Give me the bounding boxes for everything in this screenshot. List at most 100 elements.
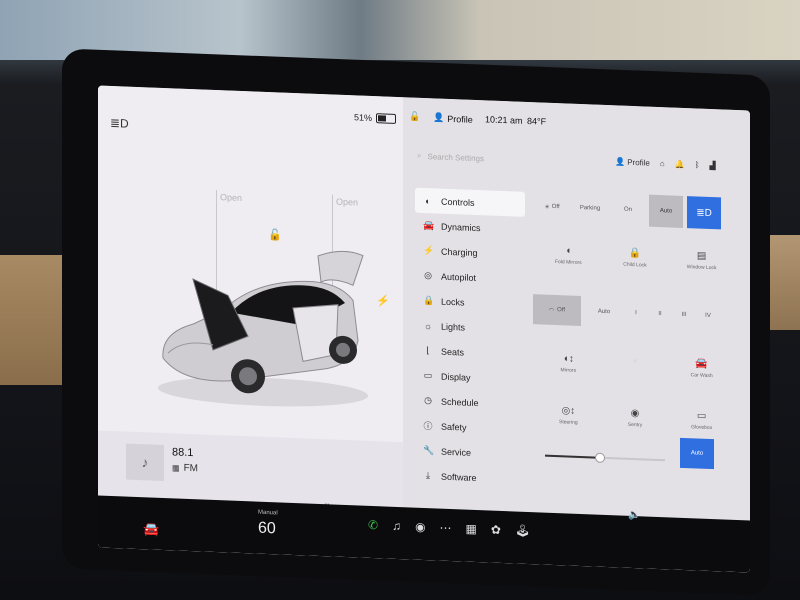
- window-lock-button[interactable]: ▤ Window Lock: [674, 250, 729, 272]
- fold-mirrors-button[interactable]: ◖ Fold Mirrors: [541, 244, 596, 266]
- sun-icon: ☀: [544, 204, 550, 211]
- mirrors-button[interactable]: ◖↕ Mirrors: [541, 352, 596, 374]
- mirror-icon: ◖: [565, 245, 572, 257]
- display-icon: ▭: [423, 369, 433, 381]
- steering-adjust-button[interactable]: ◎↕ Steering: [541, 404, 596, 426]
- settings-menu: ◐ Controls 🚘 Dynamics ⚡ Charging ◎ Autopilot…: [415, 187, 525, 492]
- menu-label: Software: [441, 471, 477, 483]
- settings-search[interactable]: ⌕ Search Settings: [417, 148, 597, 171]
- signal-icon[interactable]: ▟: [710, 161, 716, 170]
- controls-content: ☀ Off Parking On Auto ≣D ◖ Fold Mirrors 🔒 C…: [533, 182, 745, 550]
- radio-icon: ▦: [172, 463, 180, 473]
- profile-label: Profile: [447, 113, 473, 125]
- settings-panel: 🔓 👤 Profile 10:21 am 84°F ⌕ Search Setti…: [403, 97, 750, 573]
- calendar-icon[interactable]: ▦: [466, 522, 477, 536]
- search-icon: ⌕: [417, 150, 422, 160]
- more-icon[interactable]: ⋯: [440, 521, 452, 535]
- mirrors-label: Mirrors: [560, 367, 577, 374]
- outside-temperature: 84°F: [527, 115, 547, 127]
- car-icon: 🚘: [423, 219, 435, 231]
- car-model: [158, 250, 368, 407]
- media-app-icon[interactable]: ◉: [415, 520, 425, 534]
- unlock-icon[interactable]: 🔓: [268, 228, 282, 242]
- headlights-icon[interactable]: ≣D: [110, 116, 130, 131]
- seat-icon: ⌊: [426, 345, 430, 356]
- window-lock-icon: ▤: [696, 250, 707, 262]
- games-icon[interactable]: ✿: [491, 523, 501, 537]
- lock-status-icon[interactable]: 🔓: [409, 111, 420, 122]
- profile-status[interactable]: 👤 Profile: [433, 112, 473, 125]
- battery-status: 51%: [354, 112, 397, 124]
- radio-station[interactable]: 88.1: [172, 446, 193, 459]
- controls-row-4: ◎↕ Steering ◉ Sentry ▭ Glovebox: [535, 404, 735, 432]
- lights-auto-button[interactable]: Auto: [649, 194, 683, 228]
- headlight-selector: ☀ Off Parking On Auto ≣D: [535, 190, 735, 230]
- download-icon: ⤓: [426, 470, 430, 481]
- child-lock-button[interactable]: 🔒 Child Lock: [607, 247, 662, 269]
- sentry-button[interactable]: ◉ Sentry: [607, 407, 662, 429]
- profile-icon: 👤: [615, 157, 628, 167]
- wiper-icon: ◠: [548, 307, 555, 314]
- quick-profile[interactable]: 👤 Profile: [615, 157, 650, 167]
- lights-parking-button[interactable]: Parking: [573, 192, 607, 225]
- menu-label: Controls: [441, 196, 475, 208]
- wiper-selector: ◠ Off Auto I II III IV: [533, 294, 733, 332]
- glovebox-label: Glovebox: [691, 424, 713, 432]
- joystick-icon[interactable]: 🕹: [515, 523, 530, 538]
- app-dock: ✆ ♫ ◉ ⋯ ▦ ✿ 🕹: [368, 518, 530, 538]
- mirror-adjust-icon: ◖↕: [562, 353, 574, 365]
- menu-label: Lights: [441, 321, 466, 333]
- menu-label: Safety: [441, 421, 467, 433]
- wipers-off-label: Off: [557, 307, 566, 314]
- wiper-speed-3[interactable]: III: [675, 299, 693, 332]
- toggle-icon: ◐: [425, 195, 431, 206]
- car-icon[interactable]: 🚘: [143, 521, 159, 538]
- menu-label: Locks: [441, 296, 465, 308]
- music-note-icon[interactable]: ♪: [126, 443, 164, 482]
- wipers-off-button[interactable]: ◠ Off: [533, 294, 581, 327]
- brightness-knob[interactable]: [595, 452, 605, 463]
- wiper-speed-1[interactable]: I: [627, 297, 645, 330]
- volume-icon[interactable]: 🔈: [628, 510, 640, 521]
- car-panel: ≣D 51% Open Open 🔓 ⚡ ♪ 88.1 ▦ FM: [98, 85, 403, 560]
- bulb-icon: ☼: [423, 320, 433, 331]
- frunk-open-label[interactable]: Open: [220, 192, 242, 203]
- phone-icon[interactable]: ✆: [368, 518, 378, 532]
- music-icon[interactable]: ♫: [392, 519, 401, 533]
- menu-item-software[interactable]: ⤓ Software: [415, 463, 525, 492]
- lock-icon: 🔒: [423, 294, 435, 306]
- home-icon[interactable]: ⌂: [660, 159, 665, 168]
- wiper-speed-2[interactable]: II: [651, 298, 669, 331]
- sentry-icon: ◉: [630, 407, 640, 420]
- wiper-speed-4[interactable]: IV: [699, 300, 717, 333]
- high-beam-button[interactable]: ≣D: [687, 196, 721, 230]
- lights-off-label: Off: [551, 203, 560, 211]
- status-bar: 🔓 👤 Profile 10:21 am 84°F: [403, 111, 750, 144]
- glovebox-button[interactable]: ▭ Glovebox: [674, 410, 729, 432]
- wipers-auto-button[interactable]: Auto: [587, 295, 621, 328]
- search-input[interactable]: Search Settings: [427, 152, 483, 163]
- speed-setting[interactable]: 60: [258, 520, 276, 539]
- wrench-icon: 🔧: [423, 444, 435, 456]
- battery-percent: 51%: [354, 112, 373, 124]
- brightness-slider[interactable]: [545, 452, 665, 463]
- steering-wheel-icon: ◎: [424, 270, 432, 281]
- car-wash-icon: 🚘: [695, 358, 708, 370]
- bell-icon[interactable]: 🔔: [675, 160, 685, 169]
- disabled-icon: ▫: [633, 356, 637, 368]
- trunk-open-label[interactable]: Open: [336, 197, 358, 208]
- window-lock-label: Window Lock: [686, 264, 717, 272]
- lights-off-button[interactable]: ☀ Off: [535, 190, 569, 223]
- radio-band-label: FM: [183, 462, 199, 475]
- high-beam-icon: ≣D: [696, 206, 712, 219]
- brightness-auto-button[interactable]: Auto: [680, 437, 714, 470]
- disabled-control: ▫: [607, 355, 662, 377]
- menu-label: Schedule: [441, 396, 479, 408]
- menu-label: Display: [441, 371, 471, 383]
- safety-icon: ⓘ: [423, 420, 433, 432]
- car-wash-button[interactable]: 🚘 Car Wash: [674, 358, 729, 380]
- touchscreen: ≣D 51% Open Open 🔓 ⚡ ♪ 88.1 ▦ FM 🔓 👤 Pro…: [98, 85, 750, 573]
- lights-on-button[interactable]: On: [611, 193, 645, 226]
- bluetooth-icon[interactable]: ᛒ: [695, 160, 700, 169]
- menu-label: Autopilot: [441, 271, 477, 283]
